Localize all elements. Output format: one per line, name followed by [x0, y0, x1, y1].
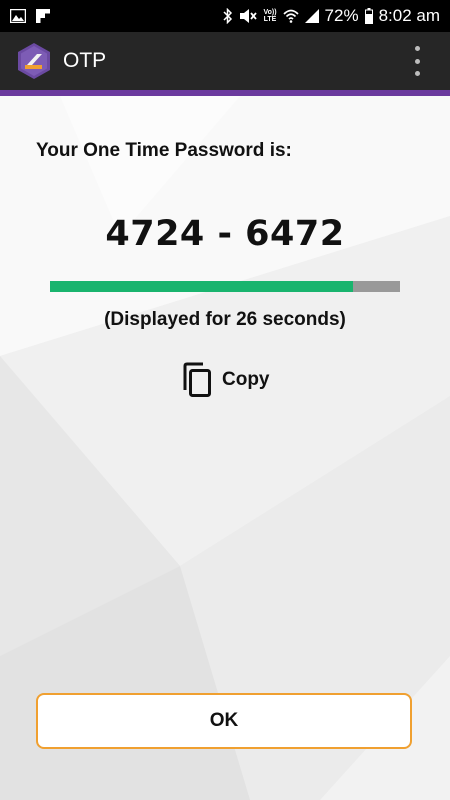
menu-dot	[414, 58, 420, 64]
signal-icon	[304, 9, 319, 23]
copy-label: Copy	[222, 369, 270, 390]
battery-percent: 72%	[324, 6, 359, 25]
overflow-menu-icon[interactable]	[410, 46, 424, 76]
menu-dot	[414, 46, 420, 51]
app-bar: OTP	[0, 32, 450, 96]
flipboard-icon	[36, 9, 50, 23]
otp-code: 4724 - 6472	[105, 214, 345, 254]
menu-dot	[414, 71, 420, 76]
status-left-icons	[0, 9, 50, 23]
volte-bottom: LTE	[263, 16, 277, 23]
volte-icon: Vo)) LTE	[263, 9, 276, 23]
volte-top: Vo))	[263, 9, 277, 16]
app-logo-icon	[15, 42, 53, 80]
bluetooth-icon	[223, 8, 233, 24]
status-bar: Vo)) LTE 72% 8:02 am	[0, 0, 450, 32]
ok-button[interactable]: OK	[36, 693, 412, 749]
progress-fill	[50, 281, 354, 292]
status-right-icons: Vo)) LTE 72% 8:02 am	[223, 6, 450, 26]
otp-label: Your One Time Password is:	[36, 140, 292, 161]
otp-content: Your One Time Password is: 4724 - 6472 (…	[0, 96, 450, 800]
image-icon	[10, 9, 26, 23]
countdown-progress-bar	[50, 281, 400, 292]
mute-icon	[239, 8, 258, 24]
clock: 8:02 am	[378, 6, 440, 25]
copy-icon	[180, 362, 214, 398]
app-title: OTP	[63, 49, 107, 72]
countdown-caption: (Displayed for 26 seconds)	[104, 309, 346, 330]
wifi-icon	[282, 8, 299, 24]
copy-button[interactable]: Copy	[180, 362, 270, 398]
battery-icon	[364, 8, 373, 24]
